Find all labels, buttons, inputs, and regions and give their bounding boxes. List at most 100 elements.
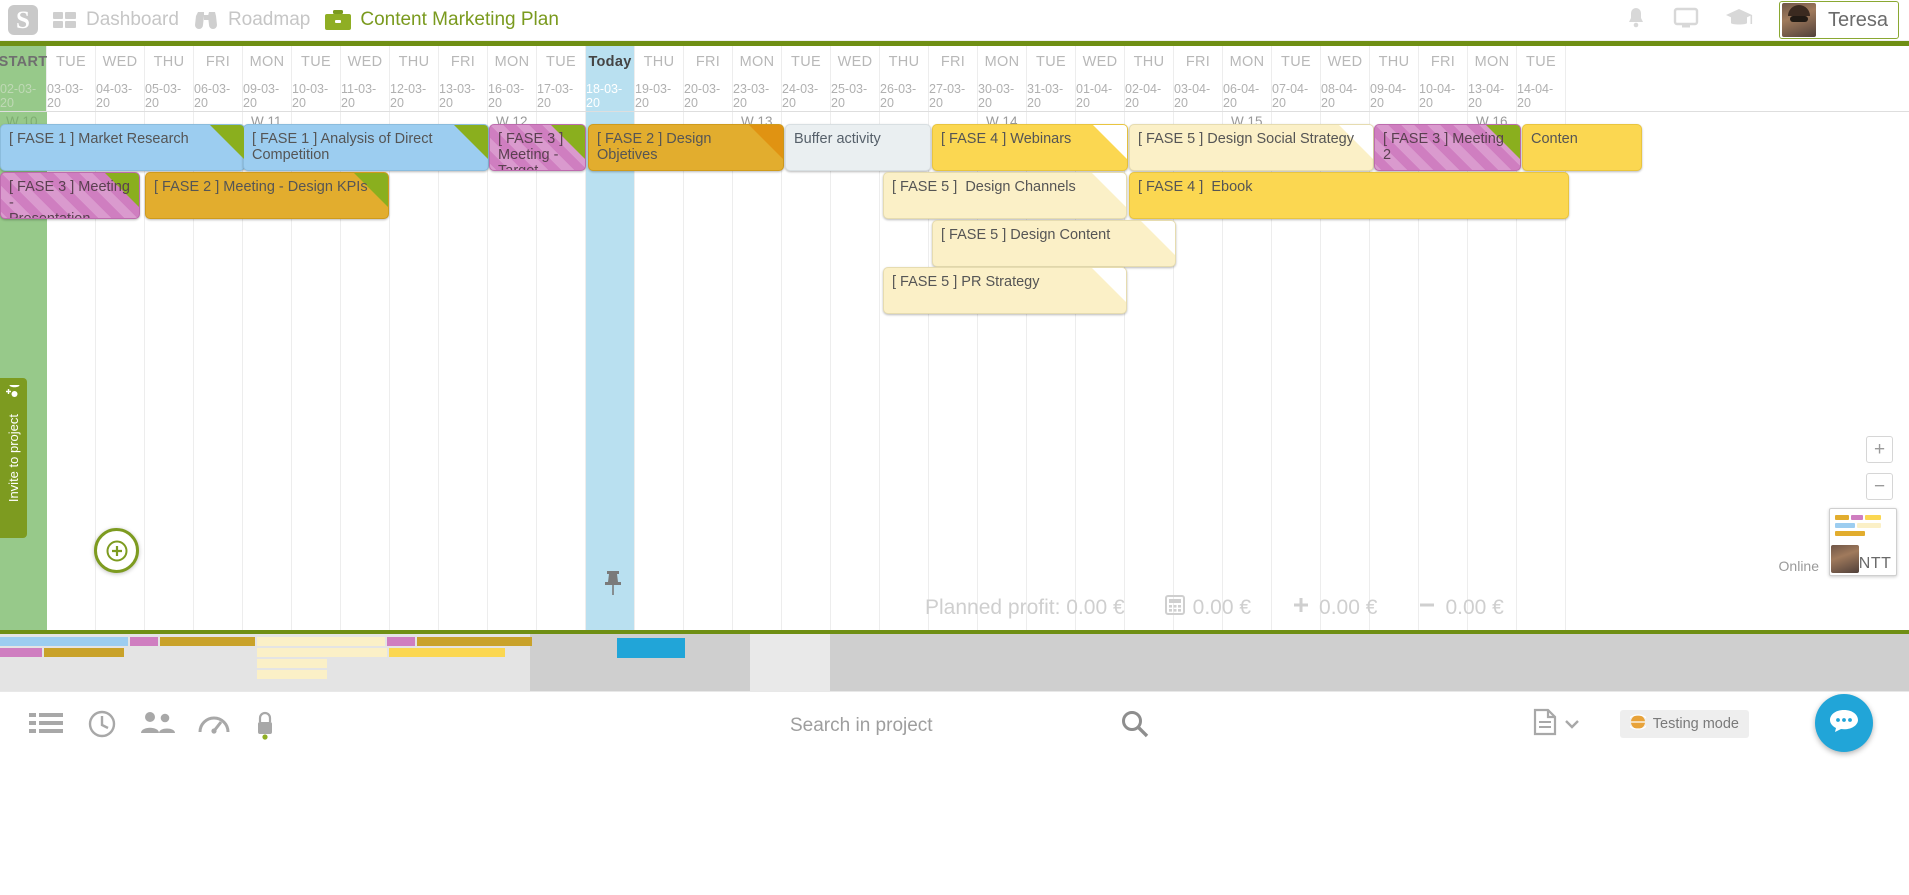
- invite-to-project-tab[interactable]: Invite to project: [0, 378, 27, 538]
- timeline-day-column[interactable]: THU 26-03-20: [880, 46, 929, 111]
- search-input[interactable]: [790, 715, 1120, 737]
- day-of-week-label: FRI: [1430, 54, 1456, 70]
- timeline-day-column[interactable]: THU 05-03-20: [145, 46, 194, 111]
- day-date-label: 04-03-20: [96, 82, 133, 110]
- nav-item-roadmap[interactable]: Roadmap: [193, 9, 310, 31]
- pin-marker-icon[interactable]: [603, 570, 623, 603]
- day-date-label: 09-04-20: [1370, 82, 1407, 110]
- task-bar[interactable]: [ FASE 1 ] Analysis of Direct Competitio…: [243, 124, 489, 171]
- day-of-week-label: MON: [249, 54, 285, 70]
- gauge-icon[interactable]: [198, 710, 230, 743]
- gantt-app: S Dashboard Roadmap Content Marketing Pl…: [0, 0, 1909, 895]
- chat-button[interactable]: [1815, 694, 1873, 752]
- timeline-day-column[interactable]: WED 01-04-20: [1076, 46, 1125, 111]
- overview-viewport-handle[interactable]: [750, 634, 830, 691]
- day-date-label: 24-03-20: [782, 82, 819, 110]
- task-bar[interactable]: [ FASE 5 ] Design Social Strategy: [1129, 124, 1374, 171]
- timeline-day-column[interactable]: TUE 17-03-20: [537, 46, 586, 111]
- task-bar[interactable]: Conten: [1522, 124, 1642, 171]
- monitor-icon[interactable]: [1673, 6, 1699, 35]
- task-bar[interactable]: [ FASE 4 ] Webinars: [932, 124, 1128, 171]
- timeline-day-column[interactable]: Today 18-03-20: [586, 46, 635, 111]
- task-bar[interactable]: Buffer activity: [785, 124, 931, 171]
- timeline-day-column[interactable]: TUE 07-04-20: [1272, 46, 1321, 111]
- task-bar[interactable]: [ FASE 3 ] Meeting 2: [1374, 124, 1521, 171]
- day-date-label: 06-03-20: [194, 82, 231, 110]
- lock-icon[interactable]: [254, 710, 276, 745]
- nav-item-project[interactable]: Content Marketing Plan: [324, 9, 559, 32]
- task-bar[interactable]: [ FASE 2 ] Design Objetives: [588, 124, 784, 171]
- timeline-day-column[interactable]: MON 09-03-20: [243, 46, 292, 111]
- timeline-day-column[interactable]: START 02-03-20: [0, 46, 47, 111]
- bell-icon[interactable]: [1625, 6, 1647, 35]
- timeline-day-column[interactable]: MON 23-03-20: [733, 46, 782, 111]
- overview-current-view: [617, 638, 685, 658]
- timeline-day-column[interactable]: FRI 06-03-20: [194, 46, 243, 111]
- timeline-day-column[interactable]: WED 08-04-20: [1321, 46, 1370, 111]
- document-menu-button[interactable]: [1532, 708, 1579, 741]
- zoom-in-button[interactable]: +: [1866, 436, 1893, 463]
- graduation-cap-icon[interactable]: [1725, 6, 1753, 34]
- timeline-day-column[interactable]: THU 12-03-20: [390, 46, 439, 111]
- timeline-day-column[interactable]: WED 04-03-20: [96, 46, 145, 111]
- task-bar[interactable]: [ FASE 1 ] Market Research: [0, 124, 245, 171]
- task-label: [ FASE 5 ] Design Social Strategy: [1138, 131, 1354, 147]
- people-icon[interactable]: [140, 710, 176, 741]
- timeline-day-column[interactable]: MON 13-04-20: [1468, 46, 1517, 111]
- timeline-day-column[interactable]: TUE 31-03-20: [1027, 46, 1076, 111]
- task-bar[interactable]: [ FASE 5 ] Design Channels: [883, 172, 1127, 219]
- overview-bar: [257, 670, 327, 679]
- timeline-day-column[interactable]: FRI 03-04-20: [1174, 46, 1223, 111]
- timeline-day-column[interactable]: FRI 13-03-20: [439, 46, 488, 111]
- nav-item-dashboard[interactable]: Dashboard: [52, 9, 179, 31]
- clock-icon[interactable]: [88, 710, 116, 743]
- minimap-row: [1857, 523, 1881, 528]
- task-bar[interactable]: [ FASE 3 ] Meeting - Presentation: [0, 172, 140, 219]
- timeline-day-column[interactable]: FRI 20-03-20: [684, 46, 733, 111]
- calc-value: 0.00 €: [1192, 596, 1252, 619]
- day-date-label: 02-04-20: [1125, 82, 1162, 110]
- gantt-chart-body[interactable]: W 10 W 11 W 12 W 13 W 14 W 15 W 16 [ FASE 1 ] …: [0, 112, 1909, 632]
- task-bar[interactable]: [ FASE 5 ] PR Strategy: [883, 267, 1127, 314]
- day-of-week-label: WED: [102, 54, 138, 70]
- task-bar[interactable]: [ FASE 3 ] Meeting - Target: [489, 124, 586, 171]
- user-menu[interactable]: Teresa: [1778, 1, 1899, 39]
- timeline-day-column[interactable]: WED 11-03-20: [341, 46, 390, 111]
- list-icon[interactable]: [28, 710, 64, 741]
- timeline-day-column[interactable]: FRI 10-04-20: [1419, 46, 1468, 111]
- timeline-day-column[interactable]: THU 09-04-20: [1370, 46, 1419, 111]
- overview-scrollbar[interactable]: [0, 634, 1909, 691]
- zoom-out-button[interactable]: −: [1866, 473, 1893, 500]
- timeline-day-column[interactable]: TUE 14-04-20: [1517, 46, 1566, 111]
- day-date-label: 08-04-20: [1321, 82, 1358, 110]
- grid-column: [439, 112, 488, 632]
- profit-summary: Planned profit: 0.00 € 0.00 € 0.00 € 0.0…: [925, 595, 1504, 621]
- timeline-day-column[interactable]: MON 16-03-20: [488, 46, 537, 111]
- timeline-day-column[interactable]: WED 25-03-20: [831, 46, 880, 111]
- timeline-day-column[interactable]: MON 30-03-20: [978, 46, 1027, 111]
- top-navbar: S Dashboard Roadmap Content Marketing Pl…: [0, 0, 1909, 41]
- task-bar[interactable]: [ FASE 4 ] Ebook: [1129, 172, 1569, 219]
- day-date-label: 20-03-20: [684, 82, 721, 110]
- day-date-label: 05-03-20: [145, 82, 182, 110]
- testing-mode-badge[interactable]: Testing mode: [1619, 710, 1749, 738]
- overview-bar: [257, 637, 385, 646]
- task-bar[interactable]: [ FASE 2 ] Meeting - Design KPIs: [145, 172, 389, 219]
- search-icon[interactable]: [1120, 709, 1150, 744]
- online-user-avatar[interactable]: [1831, 545, 1859, 573]
- timeline-day-column[interactable]: MON 06-04-20: [1223, 46, 1272, 111]
- expense-value: 0.00 €: [1445, 596, 1504, 619]
- timeline-day-column[interactable]: FRI 27-03-20: [929, 46, 978, 111]
- search-box[interactable]: [790, 708, 1170, 744]
- grid-column: [831, 112, 880, 632]
- day-of-week-label: MON: [1229, 54, 1265, 70]
- timeline-day-column[interactable]: TUE 24-03-20: [782, 46, 831, 111]
- app-logo[interactable]: S: [8, 5, 38, 35]
- timeline-day-column[interactable]: TUE 10-03-20: [292, 46, 341, 111]
- timeline-day-column[interactable]: TUE 03-03-20: [47, 46, 96, 111]
- task-bar[interactable]: [ FASE 5 ] Design Content: [932, 220, 1176, 267]
- timeline-day-column[interactable]: THU 02-04-20: [1125, 46, 1174, 111]
- timeline-day-column[interactable]: THU 19-03-20: [635, 46, 684, 111]
- day-date-label: 10-04-20: [1419, 82, 1456, 110]
- add-task-button[interactable]: [94, 528, 139, 573]
